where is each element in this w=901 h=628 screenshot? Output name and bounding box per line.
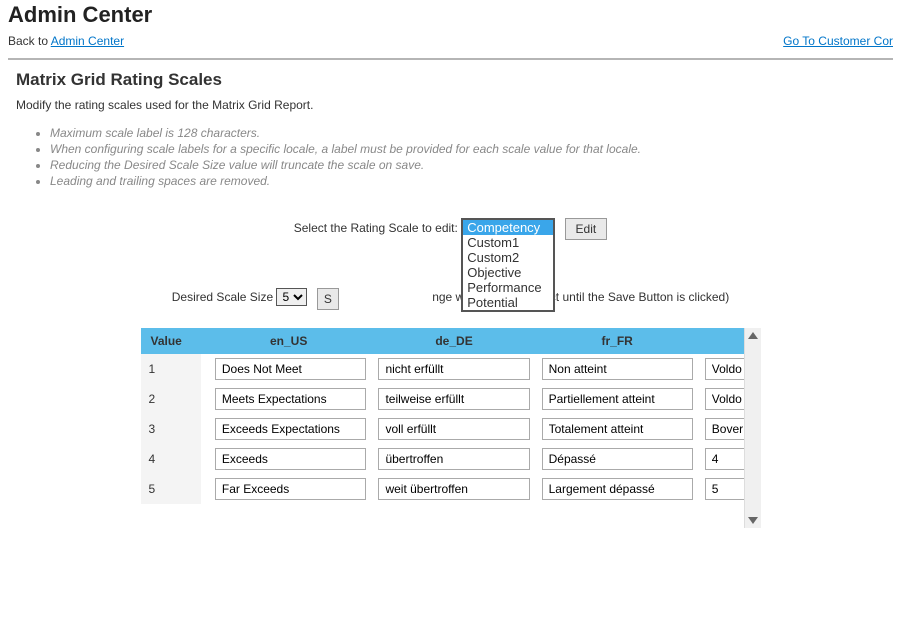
controls-area: Select the Rating Scale to edit: Compete… <box>8 218 893 310</box>
edit-button[interactable]: Edit <box>565 218 608 240</box>
label-input-en[interactable] <box>215 478 367 500</box>
label-input-en[interactable] <box>215 448 367 470</box>
scale-table: Value en_US de_DE fr_FR 12345 <box>141 328 761 504</box>
rating-scale-option[interactable]: Objective <box>463 265 553 280</box>
label-input-en[interactable] <box>215 358 367 380</box>
value-cell: 3 <box>141 414 205 444</box>
rating-scale-option[interactable]: Custom1 <box>463 235 553 250</box>
scroll-up-icon[interactable] <box>748 332 758 339</box>
scale-size-label: Desired Scale Size <box>172 290 273 304</box>
header-links: Back to Admin Center Go To Customer Cor <box>8 34 893 54</box>
table-row: 5 <box>141 474 757 504</box>
rating-scale-select[interactable]: Competency Custom1 Custom2 Objective Per… <box>461 218 555 312</box>
hint-item: Reducing the Desired Scale Size value wi… <box>50 158 893 172</box>
label-input-de[interactable] <box>378 358 529 380</box>
col-header-fr: fr_FR <box>536 328 699 354</box>
label-input-fr[interactable] <box>542 418 693 440</box>
hint-item: Leading and trailing spaces are removed. <box>50 174 893 188</box>
table-row: 1 <box>141 354 757 384</box>
label-input-de[interactable] <box>378 418 529 440</box>
label-input-fr[interactable] <box>542 478 693 500</box>
col-header-value: Value <box>141 328 205 354</box>
col-header-en: en_US <box>205 328 373 354</box>
label-input-en[interactable] <box>215 418 367 440</box>
hint-item: When configuring scale labels for a spec… <box>50 142 893 156</box>
rating-scale-option[interactable]: Potential <box>463 295 553 310</box>
divider <box>8 58 893 60</box>
label-input-de[interactable] <box>378 448 529 470</box>
label-input-fr[interactable] <box>542 448 693 470</box>
vertical-scrollbar[interactable] <box>744 328 761 528</box>
rating-scale-select-label: Select the Rating Scale to edit: <box>294 218 458 238</box>
table-row: 3 <box>141 414 757 444</box>
customer-community-link[interactable]: Go To Customer Cor <box>783 34 893 48</box>
save-button[interactable]: S <box>317 288 339 310</box>
label-input-de[interactable] <box>378 478 529 500</box>
table-row: 4 <box>141 444 757 474</box>
scale-table-wrap: Value en_US de_DE fr_FR 12345 <box>141 328 761 528</box>
section-title: Matrix Grid Rating Scales <box>16 70 893 90</box>
back-to-container: Back to Admin Center <box>8 34 124 48</box>
value-cell: 5 <box>141 474 205 504</box>
hint-item: Maximum scale label is 128 characters. <box>50 126 893 140</box>
back-link[interactable]: Admin Center <box>51 34 124 48</box>
hint-list: Maximum scale label is 128 characters. W… <box>36 126 893 188</box>
label-input-fr[interactable] <box>542 358 693 380</box>
label-input-en[interactable] <box>215 388 367 410</box>
label-input-de[interactable] <box>378 388 529 410</box>
section-description: Modify the rating scales used for the Ma… <box>16 98 893 112</box>
rating-scale-option[interactable]: Custom2 <box>463 250 553 265</box>
scroll-down-icon[interactable] <box>748 517 758 524</box>
rating-scale-option[interactable]: Competency <box>463 220 553 235</box>
table-row: 2 <box>141 384 757 414</box>
page-title: Admin Center <box>8 2 893 28</box>
value-cell: 1 <box>141 354 205 384</box>
rating-scale-option[interactable]: Performance <box>463 280 553 295</box>
value-cell: 4 <box>141 444 205 474</box>
back-to-prefix: Back to <box>8 34 51 48</box>
label-input-fr[interactable] <box>542 388 693 410</box>
col-header-de: de_DE <box>372 328 535 354</box>
scale-size-select[interactable]: 5 <box>276 288 307 306</box>
value-cell: 2 <box>141 384 205 414</box>
